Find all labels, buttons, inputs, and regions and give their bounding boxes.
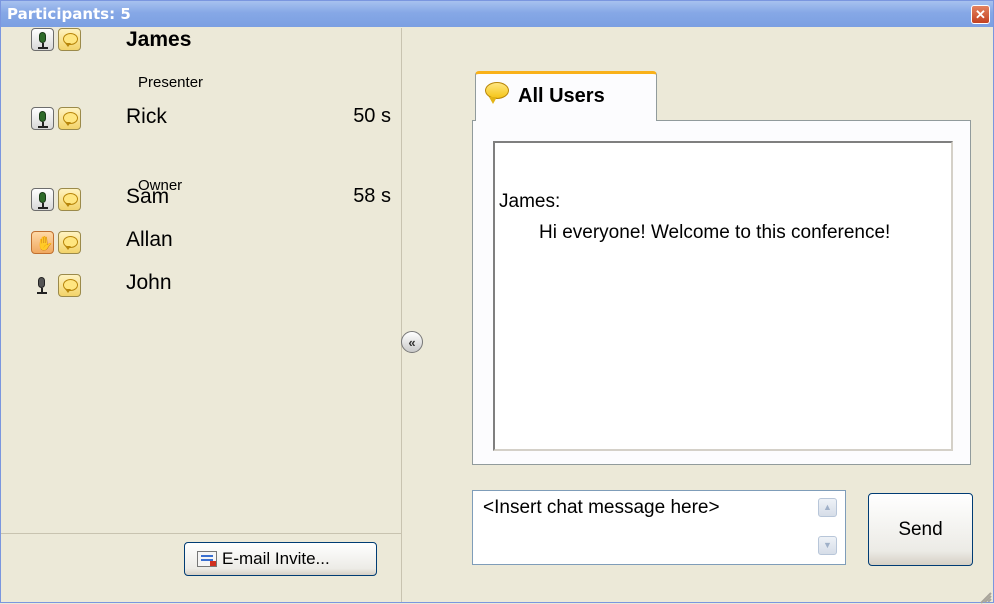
- chat-bubble-icon[interactable]: [58, 231, 81, 254]
- window-title: Participants: 5: [7, 5, 131, 23]
- scroll-down-icon[interactable]: ▼: [818, 536, 837, 555]
- participant-name[interactable]: Rick: [126, 105, 167, 129]
- participant-icons: [31, 107, 105, 133]
- chat-bubble-icon[interactable]: [58, 274, 81, 297]
- chat-panel: James: Hi everyone! Welcome to this conf…: [472, 120, 971, 465]
- tab-all-users[interactable]: All Users: [475, 71, 657, 121]
- microphone-icon[interactable]: [31, 107, 54, 130]
- pane-divider[interactable]: [401, 28, 402, 602]
- tab-label: All Users: [518, 85, 605, 107]
- participant-icons: ✋: [31, 231, 105, 257]
- raised-hand-icon[interactable]: ✋: [31, 231, 54, 254]
- footer-divider: [1, 533, 401, 534]
- microphone-icon[interactable]: [31, 28, 54, 51]
- participant-time: 58 s: [353, 185, 391, 207]
- participant-name[interactable]: John: [126, 271, 172, 295]
- chat-bubble-icon[interactable]: [58, 28, 81, 51]
- participant-name[interactable]: Allan: [126, 228, 173, 252]
- participant-icons: [31, 274, 105, 300]
- participant-role: Presenter: [138, 74, 204, 91]
- participant-icons: [31, 28, 105, 54]
- email-invite-label: E-mail Invite...: [222, 549, 330, 568]
- chat-message: Hi everyone! Welcome to this conference!: [539, 222, 891, 243]
- title-bar[interactable]: Participants: 5 ✕: [1, 1, 993, 27]
- participants-list: James Presenter Rick 50 s Owner Sam 58 s…: [1, 28, 401, 602]
- collapse-panel-button[interactable]: «: [401, 331, 423, 353]
- participants-window: Participants: 5 ✕ James Presenter Rick 5…: [0, 0, 994, 604]
- chat-bubble-icon: [485, 82, 511, 104]
- chat-input-placeholder: <Insert chat message here>: [483, 497, 720, 518]
- chat-bubble-icon[interactable]: [58, 107, 81, 130]
- scroll-up-icon[interactable]: ▲: [818, 498, 837, 517]
- participant-name[interactable]: James: [126, 28, 191, 52]
- resize-grip-icon[interactable]: [977, 586, 992, 604]
- chat-sender: James:: [499, 191, 561, 212]
- chat-bubble-icon[interactable]: [58, 188, 81, 211]
- email-icon: [197, 551, 217, 567]
- participant-time: 50 s: [353, 105, 391, 127]
- email-invite-button[interactable]: E-mail Invite...: [184, 542, 377, 576]
- chat-input[interactable]: <Insert chat message here> ▲ ▼: [472, 490, 846, 565]
- participant-name[interactable]: Sam: [126, 185, 169, 209]
- participant-icons: [31, 188, 105, 214]
- send-button[interactable]: Send: [868, 493, 973, 566]
- microphone-icon[interactable]: [31, 188, 54, 211]
- chat-history[interactable]: James: Hi everyone! Welcome to this conf…: [493, 141, 953, 451]
- close-icon[interactable]: ✕: [971, 5, 990, 24]
- microphone-muted-icon[interactable]: [31, 274, 54, 297]
